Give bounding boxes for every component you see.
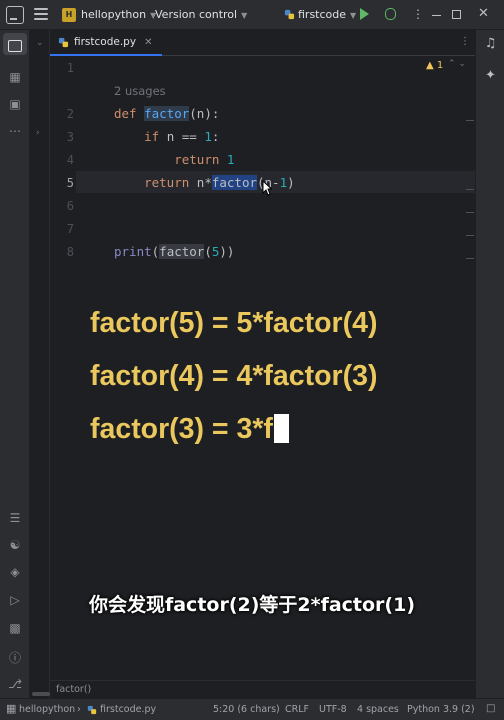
horizontal-scrollbar[interactable] bbox=[32, 692, 50, 696]
chevron-right-icon[interactable]: › bbox=[36, 128, 40, 138]
typing-caret bbox=[273, 414, 289, 443]
close-tab-icon[interactable]: ✕ bbox=[144, 37, 152, 48]
python-file-icon bbox=[58, 37, 69, 47]
code-line-8: print(factor(5)) bbox=[114, 244, 235, 259]
ai-assistant-icon[interactable]: ✦ bbox=[476, 68, 504, 83]
status-interpreter[interactable]: Python 3.9 (2) bbox=[407, 704, 475, 715]
fold-marker bbox=[466, 212, 474, 213]
status-line-separator[interactable]: CRLF bbox=[285, 704, 309, 715]
mouse-cursor-icon bbox=[262, 180, 272, 196]
hamburger-menu-icon[interactable] bbox=[34, 8, 48, 20]
breadcrumb-item[interactable]: factor() bbox=[56, 684, 91, 695]
status-encoding[interactable]: UTF-8 bbox=[319, 704, 347, 715]
notifications-icon[interactable]: ♫ bbox=[476, 36, 504, 51]
maximize-icon[interactable] bbox=[452, 10, 461, 19]
warning-indicator[interactable]: ▲ 1 bbox=[426, 60, 443, 71]
project-badge[interactable]: H bbox=[62, 8, 76, 22]
chevron-down-icon: ▼ bbox=[350, 11, 357, 20]
fold-marker bbox=[466, 120, 474, 121]
caption-line-1: factor(5) = 5*factor(4) bbox=[90, 307, 378, 339]
code-line-3: if n == 1: bbox=[144, 129, 220, 144]
layers-icon[interactable]: ◈ bbox=[0, 565, 30, 579]
structure-icon[interactable]: ▦ bbox=[0, 70, 30, 84]
warning-count: 1 bbox=[436, 60, 444, 71]
app-logo-icon[interactable] bbox=[6, 6, 24, 24]
run-configuration-selector[interactable]: firstcode ▼ bbox=[298, 8, 356, 21]
caption-line-3-text: factor(3) = 3*f bbox=[90, 413, 273, 445]
title-bar: H hellopython ▼ Version control ▼ firstcod… bbox=[0, 0, 504, 30]
status-bar: ▦ hellopython › firstcode.py 5:20 (6 cha… bbox=[0, 698, 504, 720]
line-number: 5 bbox=[66, 176, 74, 190]
editor-tab-bar: firstcode.py ✕ ⋮ bbox=[50, 30, 475, 56]
problems-icon[interactable]: ⓘ bbox=[0, 649, 30, 666]
status-file[interactable]: firstcode.py bbox=[100, 704, 156, 715]
usages-hint[interactable]: 2 usages bbox=[114, 84, 166, 98]
selected-text[interactable]: factor bbox=[211, 175, 257, 190]
version-control-menu[interactable]: Version control ▼ bbox=[155, 8, 247, 21]
code-line-4: return 1 bbox=[174, 152, 235, 167]
line-number: 7 bbox=[66, 222, 74, 236]
fold-marker bbox=[466, 235, 474, 236]
status-cursor-position[interactable]: 5:20 (6 chars) bbox=[213, 704, 280, 715]
line-number: 3 bbox=[66, 130, 74, 144]
video-subtitle: 你会发现factor(2)等于2*factor(1) bbox=[88, 594, 416, 616]
python-icon bbox=[284, 9, 295, 20]
minimize-icon[interactable] bbox=[432, 15, 441, 16]
caption-line-3: factor(3) = 3*f bbox=[90, 413, 289, 446]
project-name: hellopython bbox=[81, 8, 147, 21]
lock-icon[interactable]: □ bbox=[486, 703, 495, 714]
function-name[interactable]: factor bbox=[144, 106, 190, 121]
line-number: 1 bbox=[66, 61, 74, 75]
navigate-warnings[interactable]: ⌃ ⌄ bbox=[448, 59, 466, 69]
debug-icon[interactable] bbox=[385, 8, 396, 20]
bookmarks-icon[interactable]: ▣ bbox=[0, 97, 30, 111]
breadcrumb: factor() bbox=[50, 680, 475, 698]
project-folder-icon[interactable] bbox=[8, 40, 22, 52]
chevron-right-icon: › bbox=[77, 704, 81, 715]
fold-marker bbox=[466, 189, 474, 190]
chevron-down-icon: ▼ bbox=[241, 11, 248, 20]
chevron-down-icon[interactable]: ⌄ bbox=[36, 38, 44, 48]
project-icon: ▦ bbox=[6, 702, 17, 715]
more-icon[interactable]: ⋮ bbox=[412, 7, 425, 21]
version-control-label: Version control bbox=[155, 8, 238, 21]
run-icon[interactable] bbox=[360, 8, 369, 20]
python-packages-icon[interactable]: ☯ bbox=[0, 538, 30, 552]
close-icon[interactable]: ✕ bbox=[478, 6, 489, 21]
caption-line-2: factor(4) = 4*factor(3) bbox=[90, 360, 378, 392]
code-line-2: def factor(n): bbox=[114, 106, 220, 121]
line-number: 4 bbox=[66, 153, 74, 167]
python-file-icon bbox=[87, 705, 97, 715]
fold-marker bbox=[466, 258, 474, 259]
line-number: 8 bbox=[66, 245, 74, 259]
run-configuration-label: firstcode bbox=[298, 8, 347, 21]
project-selector[interactable]: hellopython ▼ bbox=[81, 8, 156, 21]
line-number: 6 bbox=[66, 199, 74, 213]
git-icon[interactable]: ⎇ bbox=[0, 677, 30, 691]
todo-icon[interactable]: ☰ bbox=[0, 511, 30, 525]
tab-firstcode[interactable]: firstcode.py ✕ bbox=[50, 30, 163, 56]
line-number: 2 bbox=[66, 107, 74, 121]
tab-label: firstcode.py bbox=[74, 36, 137, 48]
status-project[interactable]: hellopython bbox=[19, 704, 75, 715]
status-indent[interactable]: 4 spaces bbox=[357, 704, 399, 715]
tab-options-icon[interactable]: ⋮ bbox=[460, 36, 470, 47]
terminal-icon[interactable]: ▩ bbox=[0, 621, 30, 635]
more-tools-icon[interactable]: ⋯ bbox=[0, 124, 30, 138]
